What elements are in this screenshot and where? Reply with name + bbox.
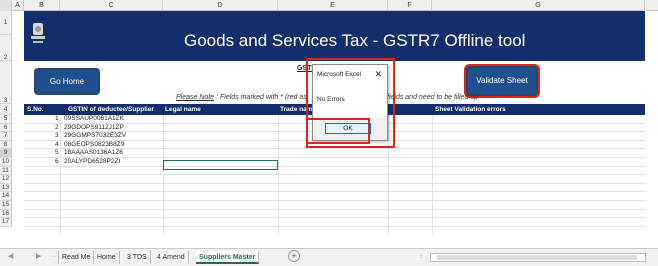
- column-divider: [278, 115, 279, 235]
- cell-gstin[interactable]: 29GGMPS7032E3ZV: [64, 132, 126, 140]
- ok-highlight-box: [306, 118, 370, 144]
- table-row[interactable]: [24, 184, 645, 193]
- cell-sno[interactable]: 5: [55, 149, 59, 157]
- more-tabs-icon[interactable]: …: [50, 252, 57, 259]
- row-number[interactable]: 7: [0, 132, 12, 141]
- cell-gstin[interactable]: 20ALYPD6528P2ZI: [64, 158, 120, 166]
- row-number[interactable]: 8: [0, 140, 12, 150]
- column-header-f[interactable]: F: [388, 0, 432, 11]
- row-number[interactable]: 13: [0, 183, 12, 193]
- emblem-logo: [31, 23, 45, 43]
- tab-3-tds[interactable]: 3 TDS: [124, 251, 151, 264]
- row-number[interactable]: 2: [0, 35, 12, 61]
- row-number[interactable]: 15: [0, 201, 12, 210]
- cell-gstin[interactable]: 08GEOPS0823B8Z9: [64, 141, 124, 149]
- table-row[interactable]: [24, 218, 645, 227]
- cell-sno[interactable]: 3: [55, 132, 59, 140]
- column-header-d[interactable]: D: [163, 0, 278, 11]
- row-number[interactable]: 14: [0, 192, 12, 201]
- row-number[interactable]: 4: [0, 104, 12, 115]
- row-number[interactable]: 17: [0, 218, 12, 227]
- note-suffix: fields and need to be filled up: [387, 94, 479, 101]
- scroll-left-icon[interactable]: ◀: [8, 252, 13, 260]
- cell-gstin[interactable]: 09SSAUP0061A1ZK: [64, 115, 124, 123]
- column-header-a[interactable]: A: [12, 0, 24, 11]
- table-row[interactable]: [24, 167, 645, 176]
- cell-gstin[interactable]: 18AAAAS0136A1Z6: [64, 149, 123, 157]
- column-header-e[interactable]: E: [278, 0, 388, 11]
- row-number[interactable]: 1: [0, 11, 12, 35]
- row-number[interactable]: 12: [0, 175, 12, 184]
- table-row[interactable]: 6 20ALYPD6528P2ZI: [24, 158, 645, 167]
- cell-sno[interactable]: 4: [55, 141, 59, 149]
- table-row[interactable]: [24, 210, 645, 219]
- note-body: : Fields marked with * (red as: [214, 94, 307, 101]
- table-row[interactable]: 5 18AAAAS0136A1Z6: [24, 149, 645, 158]
- go-home-button[interactable]: Go Home: [36, 70, 98, 93]
- select-all-corner[interactable]: [0, 0, 12, 11]
- row-number[interactable]: 11: [0, 166, 12, 176]
- horizontal-scrollbar[interactable]: [430, 253, 646, 262]
- tab-read-me[interactable]: Read Me: [58, 251, 95, 264]
- cell-sno[interactable]: 6: [55, 158, 59, 166]
- column-divider: [432, 115, 433, 235]
- note-text: Please Note : Fields marked with * (red …: [176, 94, 307, 101]
- cell-sno[interactable]: 2: [55, 124, 59, 132]
- row-number[interactable]: 9: [0, 149, 12, 158]
- row-number[interactable]: 5: [0, 115, 12, 124]
- table-row[interactable]: [24, 175, 645, 184]
- tab-suppliers-master[interactable]: Suppliers Master: [196, 251, 260, 264]
- row-number[interactable]: 3: [0, 61, 12, 104]
- scroll-right-icon[interactable]: ▶: [36, 252, 41, 260]
- column-header-c[interactable]: C: [60, 0, 163, 11]
- column-divider: [60, 115, 61, 235]
- cell-sno[interactable]: 1: [55, 115, 59, 123]
- row-number[interactable]: 16: [0, 209, 12, 219]
- column-header-bar: A B C D E F G: [0, 0, 658, 11]
- header-sno: S.No.: [27, 106, 44, 113]
- header-legal-name: Legal name: [165, 106, 201, 113]
- column-header-g[interactable]: G: [432, 0, 645, 11]
- table-row[interactable]: [24, 192, 645, 201]
- note-prefix: Please Note: [176, 94, 215, 101]
- scrollbar-thumb[interactable]: [437, 255, 637, 260]
- page-title: Goods and Services Tax - GSTR7 Offline t…: [184, 31, 526, 50]
- header-gstin: GSTIN of deductee/Supplier: [68, 106, 154, 113]
- validate-sheet-button[interactable]: Validate Sheet: [468, 68, 536, 94]
- add-sheet-icon[interactable]: +: [288, 250, 300, 262]
- header-validation-errors: Sheet Validation errors: [435, 106, 506, 113]
- column-header-b[interactable]: B: [24, 0, 60, 11]
- sheet-tab-bar: ◀ ▶ … Read Me Home 3 TDS 4 Amend Supplie…: [0, 248, 658, 266]
- cell-gstin[interactable]: 29GDOPS9112J1ZP: [64, 124, 124, 132]
- row-number[interactable]: 10: [0, 158, 12, 167]
- selected-cell[interactable]: [163, 160, 278, 170]
- column-divider: [163, 115, 164, 235]
- header-banner: Goods and Services Tax - GSTR7 Offline t…: [24, 11, 645, 61]
- scrollbar-split-icon[interactable]: ⁝: [420, 252, 422, 260]
- tab-4-amend[interactable]: 4 Amend: [154, 251, 189, 264]
- row-number[interactable]: 6: [0, 123, 12, 133]
- table-row[interactable]: [24, 201, 645, 210]
- tab-home[interactable]: Home: [94, 251, 120, 264]
